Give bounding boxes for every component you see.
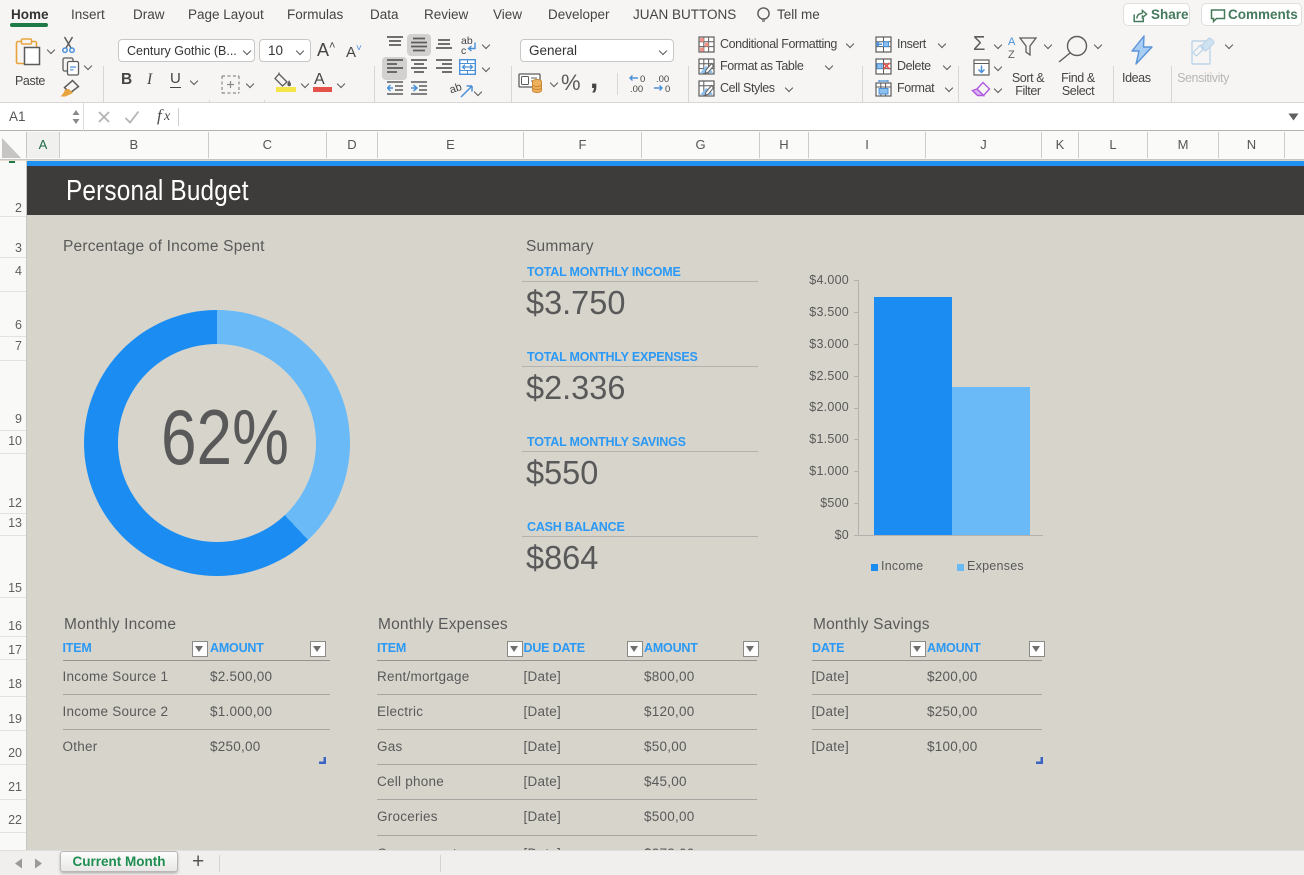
svg-text:.00: .00 — [630, 84, 643, 94]
svg-text:0: 0 — [665, 84, 670, 94]
svg-text:ab: ab — [450, 81, 463, 96]
svg-text:Z: Z — [1008, 49, 1015, 61]
svg-text:A: A — [1008, 36, 1016, 48]
svg-text:c: c — [461, 45, 466, 55]
